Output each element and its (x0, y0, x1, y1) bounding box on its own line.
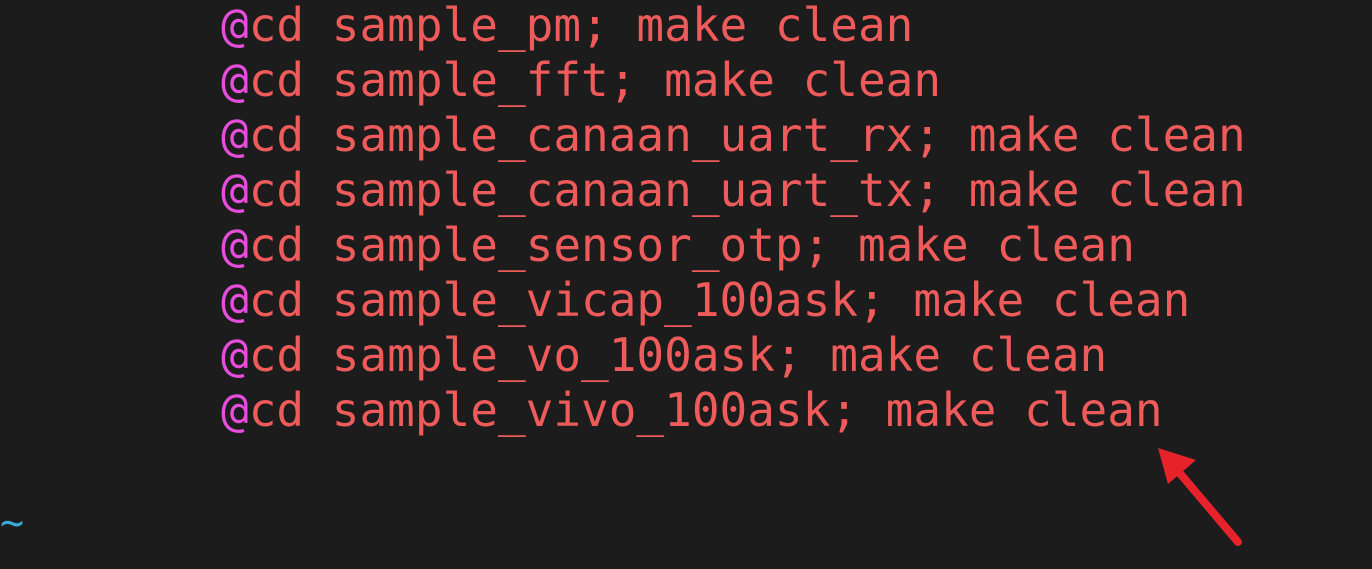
at-sign: @ (221, 273, 249, 327)
code-line[interactable]: @cd sample_fft; make clean (221, 53, 1246, 108)
arrow-head (1158, 448, 1196, 484)
at-sign: @ (221, 108, 249, 162)
at-sign: @ (221, 218, 249, 272)
code-line[interactable]: @cd sample_pm; make clean (221, 0, 1246, 53)
command-text: cd sample_sensor_otp; make clean (248, 218, 1135, 272)
at-sign: @ (221, 163, 249, 217)
vim-editor[interactable]: @cd sample_pm; make clean @cd sample_fft… (0, 0, 1372, 569)
code-line[interactable]: @cd sample_canaan_uart_tx; make clean (221, 163, 1246, 218)
at-sign: @ (221, 383, 249, 437)
command-text: cd sample_fft; make clean (248, 53, 942, 107)
at-sign: @ (221, 328, 249, 382)
empty-line-marker: ~ (0, 500, 25, 546)
command-text: cd sample_vo_100ask; make clean (248, 328, 1108, 382)
code-line[interactable]: @cd sample_vo_100ask; make clean (221, 328, 1246, 383)
at-sign: @ (221, 53, 249, 107)
command-text: cd sample_canaan_uart_rx; make clean (248, 108, 1246, 162)
command-text: cd sample_vivo_100ask; make clean (248, 383, 1163, 437)
code-line[interactable]: @cd sample_vicap_100ask; make clean (221, 273, 1246, 328)
command-text: cd sample_pm; make clean (248, 0, 914, 52)
code-line[interactable]: @cd sample_sensor_otp; make clean (221, 218, 1246, 273)
arrow-shaft (1168, 460, 1242, 546)
code-line[interactable]: @cd sample_canaan_uart_rx; make clean (221, 108, 1246, 163)
code-line[interactable]: @cd sample_vivo_100ask; make clean (221, 383, 1246, 438)
red-arrow-icon (1158, 448, 1242, 546)
command-text: cd sample_vicap_100ask; make clean (248, 273, 1191, 327)
command-text: cd sample_canaan_uart_tx; make clean (248, 163, 1246, 217)
at-sign: @ (221, 0, 249, 52)
code-lines: @cd sample_pm; make clean @cd sample_fft… (221, 0, 1246, 438)
